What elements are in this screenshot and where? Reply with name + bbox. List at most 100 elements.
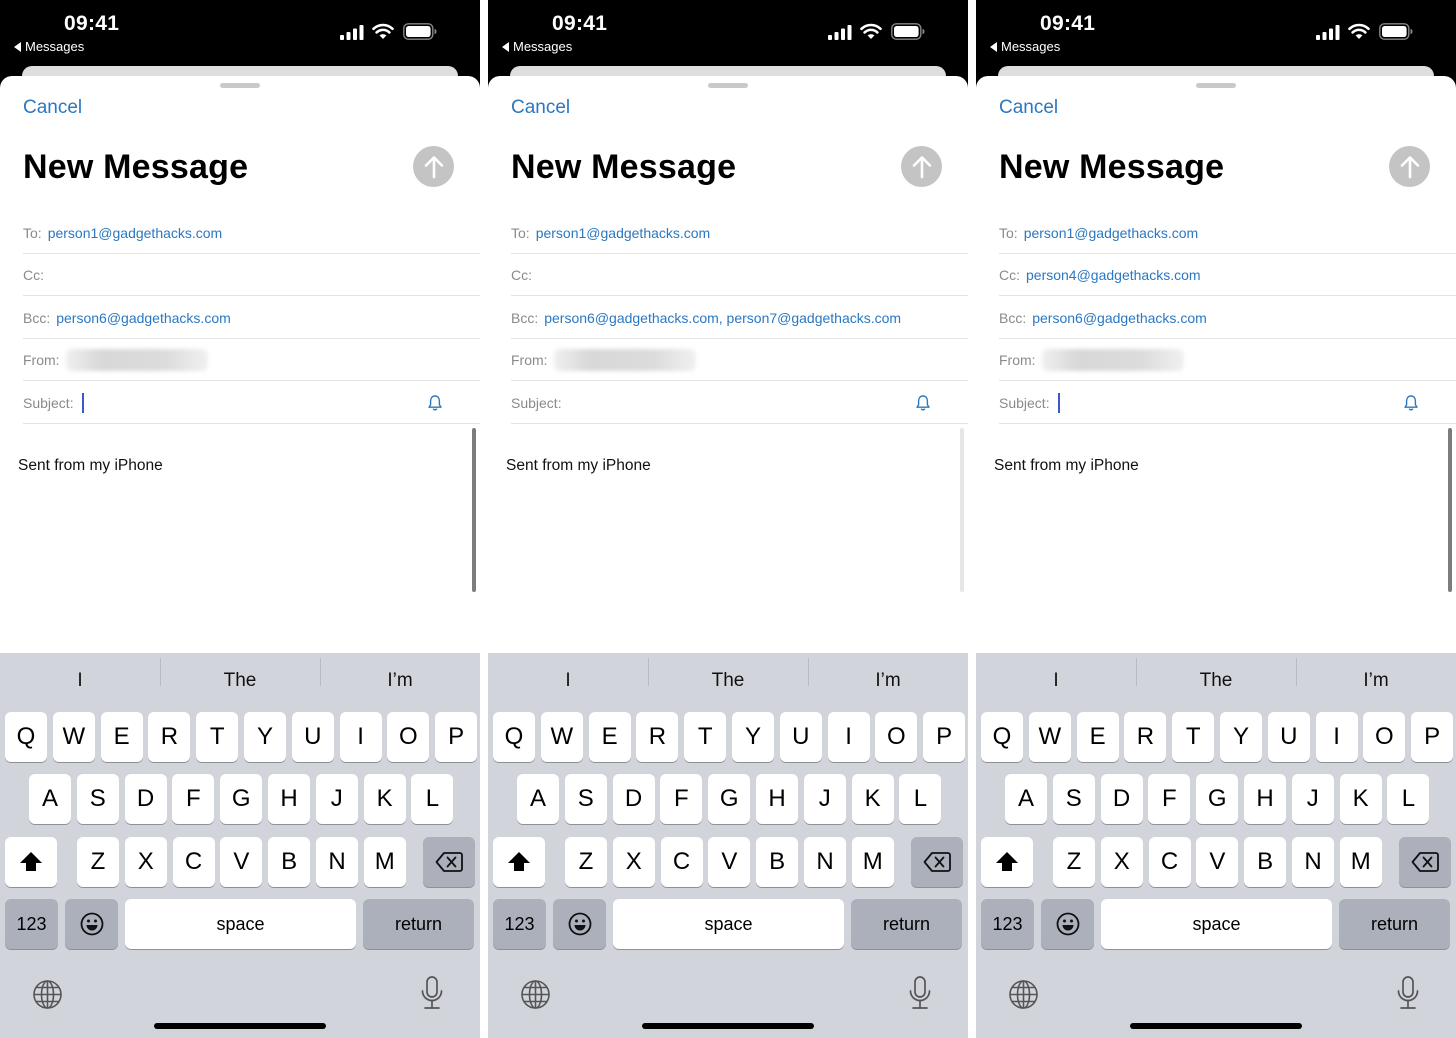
cancel-button[interactable]: Cancel bbox=[23, 97, 82, 119]
letter-key[interactable]: T bbox=[684, 712, 727, 762]
emoji-key[interactable] bbox=[553, 899, 606, 949]
letter-key[interactable]: Z bbox=[1053, 837, 1095, 887]
letter-key[interactable]: G bbox=[1196, 774, 1239, 824]
suggestion-1[interactable]: I bbox=[976, 670, 1136, 692]
letter-key[interactable]: M bbox=[1339, 837, 1382, 887]
cc-field[interactable]: Cc: bbox=[511, 254, 968, 296]
cc-field[interactable]: Cc: bbox=[23, 254, 480, 296]
globe-icon[interactable] bbox=[520, 979, 551, 1010]
letter-key[interactable]: K bbox=[851, 774, 894, 824]
letter-key[interactable]: Q bbox=[5, 712, 47, 762]
bcc-recipients[interactable]: person6@gadgethacks.com bbox=[1032, 310, 1207, 326]
emoji-key[interactable] bbox=[1041, 899, 1094, 949]
letter-key[interactable]: W bbox=[1028, 712, 1071, 762]
microphone-icon[interactable] bbox=[908, 975, 932, 1011]
letter-key[interactable]: U bbox=[1267, 712, 1310, 762]
letter-key[interactable]: H bbox=[268, 774, 310, 824]
letter-key[interactable]: N bbox=[1292, 837, 1334, 887]
subject-field[interactable]: Subject: bbox=[23, 382, 480, 424]
letter-key[interactable]: E bbox=[100, 712, 143, 762]
letter-key[interactable]: K bbox=[363, 774, 406, 824]
letter-key[interactable]: D bbox=[1100, 774, 1143, 824]
letter-key[interactable]: P bbox=[1411, 712, 1454, 762]
letter-key[interactable]: T bbox=[1172, 712, 1215, 762]
letter-key[interactable]: B bbox=[1244, 837, 1287, 887]
letter-key[interactable]: L bbox=[411, 774, 454, 824]
home-indicator[interactable] bbox=[1130, 1023, 1302, 1029]
letter-key[interactable]: U bbox=[291, 712, 334, 762]
letter-key[interactable]: E bbox=[588, 712, 631, 762]
letter-key[interactable]: Z bbox=[77, 837, 119, 887]
letter-key[interactable]: H bbox=[1244, 774, 1286, 824]
to-recipients[interactable]: person1@gadgethacks.com bbox=[536, 225, 711, 241]
to-field[interactable]: To: person1@gadgethacks.com bbox=[511, 212, 968, 254]
shift-key[interactable] bbox=[981, 837, 1033, 887]
letter-key[interactable]: O bbox=[875, 712, 918, 762]
letter-key[interactable]: G bbox=[220, 774, 263, 824]
suggestion-3[interactable]: I’m bbox=[320, 658, 480, 692]
letter-key[interactable]: M bbox=[851, 837, 894, 887]
bcc-field[interactable]: Bcc: person6@gadgethacks.com, person7@ga… bbox=[511, 297, 968, 339]
send-button[interactable] bbox=[1389, 146, 1430, 187]
to-field[interactable]: To: person1@gadgethacks.com bbox=[999, 212, 1456, 254]
letter-key[interactable]: L bbox=[899, 774, 942, 824]
letter-key[interactable]: S bbox=[1052, 774, 1095, 824]
numbers-key[interactable]: 123 bbox=[5, 899, 58, 949]
notify-bell-icon[interactable] bbox=[914, 394, 932, 412]
message-body[interactable]: Sent from my iPhone bbox=[506, 457, 651, 475]
delete-key[interactable] bbox=[423, 837, 475, 887]
return-key[interactable]: return bbox=[851, 899, 962, 949]
letter-key[interactable]: I bbox=[1315, 712, 1358, 762]
to-recipients[interactable]: person1@gadgethacks.com bbox=[1024, 225, 1199, 241]
letter-key[interactable]: Y bbox=[244, 712, 286, 762]
sheet-grabber[interactable] bbox=[1196, 83, 1236, 88]
letter-key[interactable]: B bbox=[756, 837, 799, 887]
subject-field[interactable]: Subject: bbox=[999, 382, 1456, 424]
letter-key[interactable]: E bbox=[1076, 712, 1119, 762]
home-indicator[interactable] bbox=[154, 1023, 326, 1029]
letter-key[interactable]: A bbox=[1005, 774, 1047, 824]
cancel-button[interactable]: Cancel bbox=[999, 97, 1058, 119]
microphone-icon[interactable] bbox=[420, 975, 444, 1011]
from-address-redacted[interactable] bbox=[553, 348, 696, 371]
suggestion-2[interactable]: The bbox=[1136, 658, 1296, 692]
sheet-grabber[interactable] bbox=[708, 83, 748, 88]
notify-bell-icon[interactable] bbox=[1402, 394, 1420, 412]
from-field[interactable]: From: bbox=[23, 339, 480, 381]
letter-key[interactable]: M bbox=[363, 837, 406, 887]
letter-key[interactable]: N bbox=[804, 837, 846, 887]
letter-key[interactable]: N bbox=[316, 837, 358, 887]
letter-key[interactable]: S bbox=[564, 774, 607, 824]
letter-key[interactable]: Y bbox=[1220, 712, 1262, 762]
space-key[interactable]: space bbox=[613, 899, 844, 949]
letter-key[interactable]: C bbox=[172, 837, 215, 887]
emoji-key[interactable] bbox=[65, 899, 118, 949]
body-scrollbar[interactable] bbox=[1448, 428, 1452, 592]
letter-key[interactable]: O bbox=[387, 712, 430, 762]
to-recipients[interactable]: person1@gadgethacks.com bbox=[48, 225, 223, 241]
letter-key[interactable]: I bbox=[339, 712, 382, 762]
letter-key[interactable]: B bbox=[268, 837, 311, 887]
body-scrollbar[interactable] bbox=[960, 428, 964, 592]
to-field[interactable]: To: person1@gadgethacks.com bbox=[23, 212, 480, 254]
letter-key[interactable]: V bbox=[220, 837, 263, 887]
letter-key[interactable]: G bbox=[708, 774, 751, 824]
delete-key[interactable] bbox=[911, 837, 963, 887]
bcc-recipients[interactable]: person6@gadgethacks.com bbox=[56, 310, 231, 326]
letter-key[interactable]: J bbox=[315, 774, 358, 824]
suggestion-2[interactable]: The bbox=[648, 658, 808, 692]
letter-key[interactable]: D bbox=[124, 774, 167, 824]
return-key[interactable]: return bbox=[1339, 899, 1450, 949]
letter-key[interactable]: S bbox=[76, 774, 119, 824]
letter-key[interactable]: R bbox=[1124, 712, 1167, 762]
letter-key[interactable]: L bbox=[1387, 774, 1430, 824]
from-field[interactable]: From: bbox=[511, 339, 968, 381]
letter-key[interactable]: Q bbox=[981, 712, 1023, 762]
letter-key[interactable]: A bbox=[29, 774, 71, 824]
letter-key[interactable]: U bbox=[779, 712, 822, 762]
suggestion-1[interactable]: I bbox=[0, 670, 160, 692]
letter-key[interactable]: P bbox=[435, 712, 478, 762]
send-button[interactable] bbox=[413, 146, 454, 187]
letter-key[interactable]: R bbox=[148, 712, 191, 762]
home-indicator[interactable] bbox=[642, 1023, 814, 1029]
